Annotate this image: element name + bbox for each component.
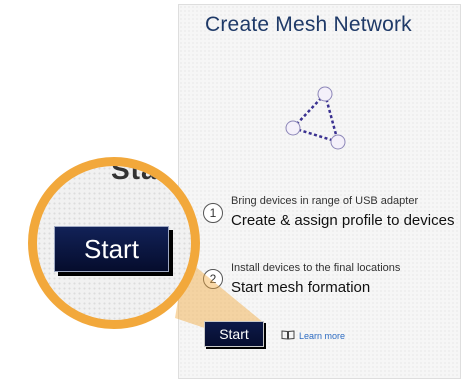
start-button[interactable]: Start <box>204 321 264 347</box>
magnified-start-button: Start <box>54 226 169 272</box>
learn-more-link[interactable]: Learn more <box>299 331 345 341</box>
book-icon <box>281 330 295 340</box>
magnifier-callout: Sta Start <box>28 157 200 329</box>
